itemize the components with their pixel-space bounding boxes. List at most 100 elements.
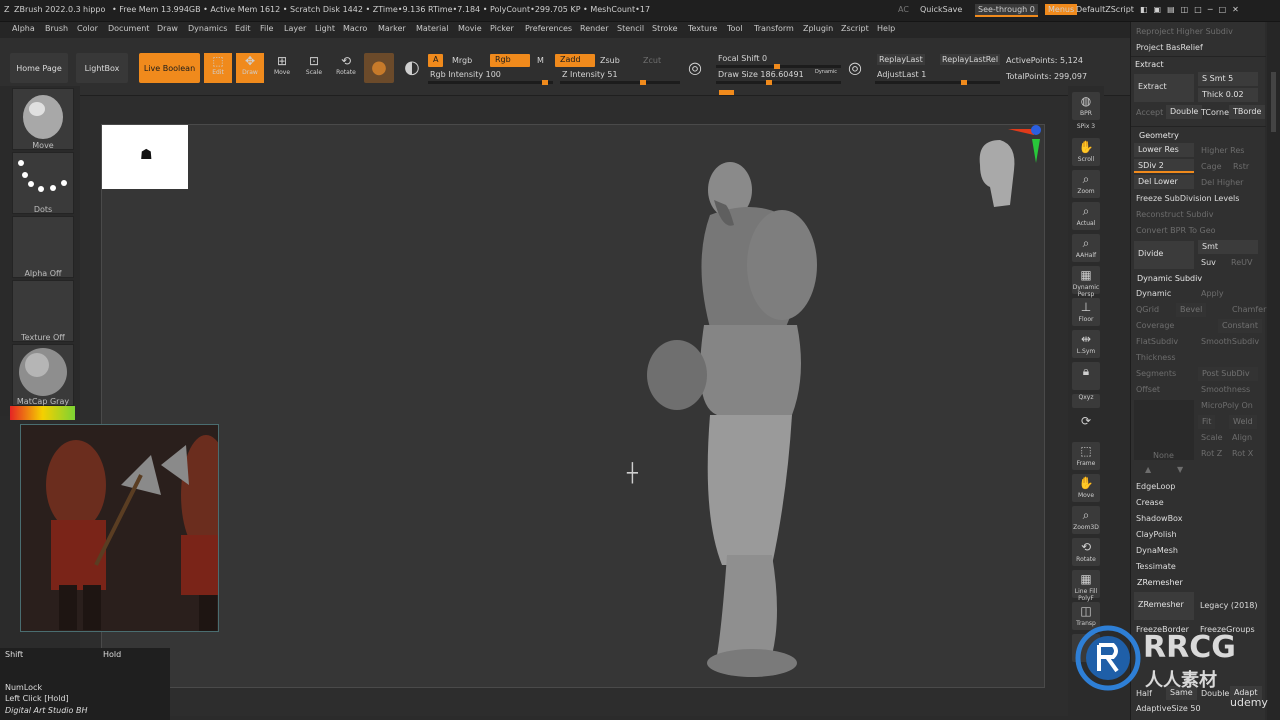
extract-button[interactable]: Extract	[1134, 74, 1194, 102]
crease-subpalette[interactable]: Crease	[1136, 498, 1164, 507]
menu-picker[interactable]: Picker	[490, 24, 514, 33]
scale-slider[interactable]: Scale	[1201, 433, 1223, 442]
del-lower-button[interactable]: Del Lower	[1134, 175, 1194, 189]
menu-movie[interactable]: Movie	[458, 24, 482, 33]
menu-edit[interactable]: Edit	[235, 24, 251, 33]
default-zscript-button[interactable]: DefaultZScript	[1076, 5, 1134, 14]
lightbox-button[interactable]: LightBox	[76, 53, 128, 83]
apply-button[interactable]: Apply	[1201, 289, 1224, 298]
material-swatch-button[interactable]: ●	[364, 53, 394, 83]
viewport-canvas[interactable]: ☗ ┼	[101, 124, 1045, 688]
micropoly-on-toggle[interactable]: MicroPoly On	[1201, 401, 1253, 410]
double-toggle[interactable]: Double	[1166, 105, 1203, 119]
offset-slider[interactable]: Offset	[1136, 385, 1160, 394]
home-page-button[interactable]: Home Page	[10, 53, 68, 83]
menu-alpha[interactable]: Alpha	[12, 24, 35, 33]
del-higher-button[interactable]: Del Higher	[1201, 178, 1243, 187]
navigation-thumbnail[interactable]: ☗	[102, 125, 188, 189]
fit-toggle[interactable]: Fit	[1198, 415, 1216, 429]
bevel-toggle[interactable]: Bevel	[1176, 303, 1207, 317]
see-through-slider[interactable]: See-through 0	[975, 4, 1038, 17]
flatsubdiv-slider[interactable]: FlatSubdiv	[1136, 337, 1178, 346]
rotz-slider[interactable]: Rot Z	[1201, 449, 1222, 458]
dynamic-toggle[interactable]: Dynamic	[1136, 289, 1171, 298]
focal-shift-slider[interactable]	[716, 64, 841, 69]
zremesher-button[interactable]: ZRemesher	[1134, 592, 1194, 620]
menu-zplugin[interactable]: Zplugin	[803, 24, 833, 33]
menu-zscript[interactable]: Zscript	[841, 24, 869, 33]
shadowbox-subpalette[interactable]: ShadowBox	[1136, 514, 1182, 523]
smt-toggle[interactable]: Smt	[1198, 240, 1258, 254]
adjust-last-slider[interactable]	[875, 80, 1000, 85]
zadd-toggle[interactable]: Zadd	[555, 54, 595, 67]
frame-button[interactable]: ⬚ Frame	[1072, 442, 1100, 470]
actual-button[interactable]: ⌕ Actual	[1072, 202, 1100, 230]
menu-stencil[interactable]: Stencil	[617, 24, 644, 33]
reconstruct-subdiv-button[interactable]: Reconstruct Subdiv	[1136, 210, 1214, 219]
align-toggle[interactable]: Align	[1232, 433, 1252, 442]
menu-file[interactable]: File	[260, 24, 273, 33]
rgb-toggle[interactable]: Rgb	[490, 54, 530, 67]
slider-handle[interactable]	[542, 80, 548, 85]
mrgb-toggle[interactable]: Mrgb	[452, 56, 472, 65]
tcorne-toggle[interactable]: TCorne	[1201, 108, 1229, 117]
gradient-toggle-button[interactable]: ◐	[398, 53, 426, 83]
rstr-button[interactable]: Rstr	[1233, 162, 1249, 171]
thickness-slider[interactable]: Thickness	[1136, 353, 1176, 362]
smoothsubdiv-slider[interactable]: SmoothSubdiv	[1201, 337, 1259, 346]
zcut-toggle[interactable]: Zcut	[643, 56, 661, 65]
menu-color[interactable]: Color	[77, 24, 98, 33]
rotate-view-button[interactable]: ⟲ Rotate	[1072, 538, 1100, 566]
suv-toggle[interactable]: Suv	[1201, 258, 1216, 267]
a-toggle[interactable]: A	[428, 54, 444, 67]
menu-brush[interactable]: Brush	[45, 24, 68, 33]
chamfer-toggle[interactable]: Chamfer	[1232, 305, 1266, 314]
replay-last-rel-button[interactable]: ReplayLastRel	[940, 54, 1001, 65]
rotx-slider[interactable]: Rot X	[1232, 449, 1253, 458]
tessimate-subpalette[interactable]: Tessimate	[1136, 562, 1176, 571]
menu-help[interactable]: Help	[877, 24, 895, 33]
menus-toggle[interactable]: Menus	[1045, 4, 1078, 15]
slider-handle[interactable]	[961, 80, 967, 85]
polyf-button[interactable]: ▦ Line Fill PolyF	[1072, 570, 1100, 602]
tborde-toggle[interactable]: TBorde	[1229, 105, 1266, 119]
freeze-subdivision-button[interactable]: Freeze SubDivision Levels	[1136, 194, 1239, 203]
accept-button[interactable]: Accept	[1136, 108, 1163, 117]
color-picker-strip[interactable]	[10, 406, 75, 420]
edgeloop-subpalette[interactable]: EdgeLoop	[1136, 482, 1175, 491]
move-mode-button[interactable]: ⊞ Move	[268, 53, 296, 83]
edit-mode-button[interactable]: ⬚ Edit	[204, 53, 232, 83]
thick-slider[interactable]: Thick 0.02	[1198, 88, 1258, 102]
dynamic-toggle[interactable]: Dynamic	[815, 69, 837, 75]
sculpt-model[interactable]	[622, 155, 842, 685]
coverage-slider[interactable]: Coverage	[1136, 321, 1174, 330]
qgrid-slider[interactable]: QGrid	[1136, 305, 1159, 314]
zoom-button[interactable]: ⌕ Zoom	[1072, 170, 1100, 198]
scroll-button[interactable]: ✋ Scroll	[1072, 138, 1100, 166]
menu-render[interactable]: Render	[580, 24, 608, 33]
slider-handle[interactable]	[766, 80, 772, 85]
weld-toggle[interactable]: Weld	[1229, 415, 1257, 429]
zremesher-section-header[interactable]: ZRemesher	[1137, 578, 1183, 587]
replay-last-button[interactable]: ReplayLast	[877, 54, 925, 65]
reuv-button[interactable]: ReUV	[1231, 258, 1252, 267]
move-view-button[interactable]: ✋ Move	[1072, 474, 1100, 502]
bpr-button[interactable]: ◍ BPR	[1072, 92, 1100, 120]
claypolish-subpalette[interactable]: ClayPolish	[1136, 530, 1177, 539]
sdiv-slider[interactable]: SDiv 2	[1134, 159, 1194, 173]
draw-mode-button[interactable]: ✥ Draw	[236, 53, 264, 83]
zsub-toggle[interactable]: Zsub	[600, 56, 620, 65]
reproject-higher-subdiv-button[interactable]: Reproject Higher Subdiv	[1136, 27, 1233, 36]
project-basrelief-button[interactable]: Project BasRelief	[1136, 43, 1203, 52]
cage-button[interactable]: Cage	[1201, 162, 1222, 171]
smoothness-slider[interactable]: Smoothness	[1201, 385, 1250, 394]
divide-button[interactable]: Divide	[1134, 241, 1194, 269]
segments-slider[interactable]: Segments	[1136, 369, 1176, 378]
menu-preferences[interactable]: Preferences	[525, 24, 572, 33]
rotate-mode-button[interactable]: ⟲ Rotate	[332, 53, 360, 83]
dynamesh-subpalette[interactable]: DynaMesh	[1136, 546, 1178, 555]
menu-tool[interactable]: Tool	[727, 24, 743, 33]
menu-texture[interactable]: Texture	[688, 24, 717, 33]
menu-draw[interactable]: Draw	[157, 24, 178, 33]
menu-transform[interactable]: Transform	[754, 24, 794, 33]
